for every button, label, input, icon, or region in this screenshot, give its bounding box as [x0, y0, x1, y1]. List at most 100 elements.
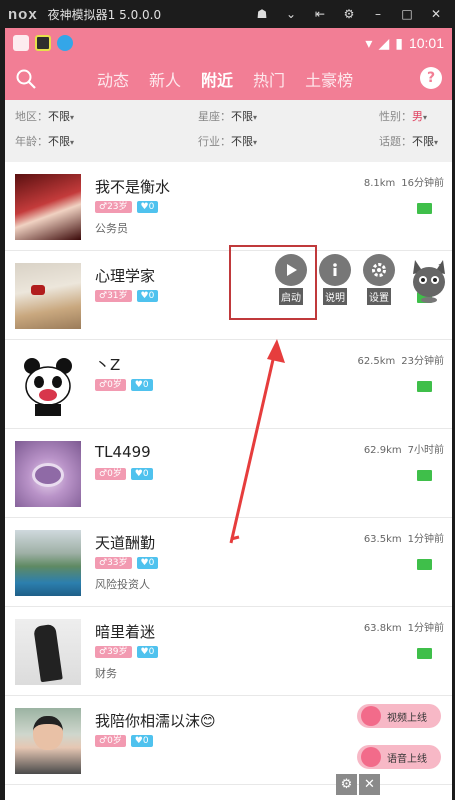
avatar[interactable] — [15, 530, 81, 596]
filter-label: 话题： — [379, 135, 412, 148]
filter-label: 年龄： — [15, 135, 48, 148]
toggle-dot — [361, 706, 381, 726]
tab-rich-list[interactable]: 土豪榜 — [305, 67, 353, 91]
avatar[interactable] — [15, 174, 81, 240]
settings-label: 设置 — [367, 288, 391, 305]
settings-icon[interactable]: ⚙ — [342, 7, 356, 21]
user-name: 天道酬勤 — [95, 534, 156, 552]
distance-time: 8.1km 16分钟前 — [364, 174, 444, 189]
start-tool[interactable]: 启动 — [273, 254, 309, 305]
video-online-button[interactable]: 视频上线 — [357, 704, 441, 728]
shirt-icon[interactable]: ☗ — [255, 7, 269, 21]
distance: 63.8km — [363, 623, 402, 634]
avatar[interactable] — [15, 619, 81, 685]
minimize-button[interactable]: – — [371, 7, 385, 21]
caret-down-icon: ▾ — [253, 138, 258, 147]
nox-logo: nox — [8, 5, 38, 23]
age-badge: ♂39岁 — [95, 646, 132, 658]
age-badge: ♂33岁 — [95, 557, 132, 569]
annotation-arrow-icon — [229, 339, 285, 544]
settings-tool[interactable]: 设置 — [361, 254, 397, 305]
face — [33, 716, 63, 750]
message-icon[interactable] — [417, 381, 432, 392]
distance: 63.5km — [363, 534, 402, 545]
list-item[interactable]: 暗里着迷 ♂39岁 ♥0 财务 63.8km 1分钟前 — [5, 607, 452, 696]
message-icon[interactable] — [417, 203, 432, 214]
user-name: 心理学家 — [95, 267, 156, 285]
filter-zodiac[interactable]: 星座：不限▾ — [198, 108, 257, 124]
clock: 10:01 — [408, 35, 444, 51]
message-icon[interactable] — [417, 470, 432, 481]
message-icon[interactable] — [417, 559, 432, 570]
panda-avatar — [24, 358, 72, 416]
message-icon[interactable] — [417, 648, 432, 659]
distance: 8.1km — [363, 178, 396, 189]
red-bow — [31, 285, 45, 295]
user-name: 我不是衡水 — [95, 178, 171, 196]
filter-value: 不限 — [48, 110, 70, 123]
voice-online-button[interactable]: 语音上线 — [357, 745, 441, 769]
occupation: 风险投资人 — [95, 578, 150, 591]
last-active: 1分钟前 — [407, 534, 444, 545]
tab-hot[interactable]: 热门 — [253, 67, 285, 91]
search-icon[interactable] — [15, 68, 37, 90]
signal-icon: ◢ — [378, 34, 390, 51]
heart-badge: ♥0 — [136, 290, 159, 302]
floating-toolbar: 启动 说明 设置 — [273, 254, 397, 305]
age-badge: ♂0岁 — [95, 468, 126, 480]
close-icon[interactable]: ✕ — [359, 774, 380, 795]
info-icon[interactable] — [319, 254, 351, 286]
tab-nearby[interactable]: 附近 — [201, 67, 233, 91]
cat-mascot-icon[interactable] — [410, 258, 448, 304]
info-label: 说明 — [323, 288, 347, 305]
filter-topic[interactable]: 话题：不限▾ — [379, 133, 438, 149]
caret-down-icon: ▾ — [70, 138, 75, 147]
corner-toolbar: ⚙ ✕ — [336, 774, 380, 795]
heart-badge: ♥0 — [136, 646, 159, 658]
toggle-dot — [361, 747, 381, 767]
age-badge: ♂0岁 — [95, 379, 126, 391]
tab-feed[interactable]: 动态 — [97, 67, 129, 91]
figure-silhouette — [33, 623, 63, 683]
distance-time: 62.9km 7小时前 — [364, 441, 444, 456]
avatar[interactable] — [15, 263, 81, 329]
heart-badge: ♥0 — [130, 735, 153, 747]
filter-gender[interactable]: 性别：男▾ — [379, 108, 427, 124]
settings-icon[interactable]: ⚙ — [336, 774, 357, 795]
wifi-icon: ▾ — [365, 34, 373, 51]
filter-region[interactable]: 地区：不限▾ — [15, 108, 74, 124]
info-tool[interactable]: 说明 — [317, 254, 353, 305]
filter-label: 行业： — [198, 135, 231, 148]
maximize-button[interactable]: □ — [400, 7, 414, 21]
pin-icon[interactable]: ⇤ — [313, 7, 327, 21]
status-bar: ▾ ◢ ▮ 10:01 — [5, 28, 452, 58]
filter-panel: 地区：不限▾ 星座：不限▾ 性别：男▾ 年龄：不限▾ 行业：不限▾ 话题：不限▾ — [5, 100, 452, 162]
last-active: 23分钟前 — [401, 356, 444, 367]
last-active: 7小时前 — [407, 445, 444, 456]
app-notification-icon — [35, 35, 51, 51]
list-item[interactable]: 我不是衡水 ♂23岁 ♥0 公务员 8.1km 16分钟前 — [5, 162, 452, 251]
filter-age[interactable]: 年龄：不限▾ — [15, 133, 74, 149]
age-badge: ♂23岁 — [95, 201, 132, 213]
user-name: 丶Z — [95, 356, 121, 374]
avatar[interactable] — [15, 352, 81, 418]
emulator-title-bar: nox 夜神模拟器1 5.0.0.0 ☗ ⌄ ⇤ ⚙ – □ ✕ — [0, 0, 455, 28]
top-nav: 动态 新人 附近 热门 土豪榜 ? — [5, 58, 452, 100]
tab-new[interactable]: 新人 — [149, 67, 181, 91]
filter-value: 不限 — [48, 135, 70, 148]
filter-value: 不限 — [231, 135, 253, 148]
gear-icon[interactable] — [363, 254, 395, 286]
avatar[interactable] — [15, 708, 81, 774]
distance-time: 63.8km 1分钟前 — [364, 619, 444, 634]
close-button[interactable]: ✕ — [429, 7, 443, 21]
android-screen: ▾ ◢ ▮ 10:01 动态 新人 附近 热门 土豪榜 ? 地区：不限▾ 星座：… — [5, 28, 452, 800]
distance-time: 62.5km 23分钟前 — [357, 352, 444, 367]
help-icon[interactable]: ? — [420, 67, 442, 89]
distance-time: 63.5km 1分钟前 — [364, 530, 444, 545]
filter-industry[interactable]: 行业：不限▾ — [198, 133, 257, 149]
user-name: 暗里着迷 — [95, 623, 156, 641]
avatar[interactable] — [15, 441, 81, 507]
chevron-down-icon[interactable]: ⌄ — [284, 7, 298, 21]
cup-image — [32, 463, 64, 487]
play-icon[interactable] — [275, 254, 307, 286]
